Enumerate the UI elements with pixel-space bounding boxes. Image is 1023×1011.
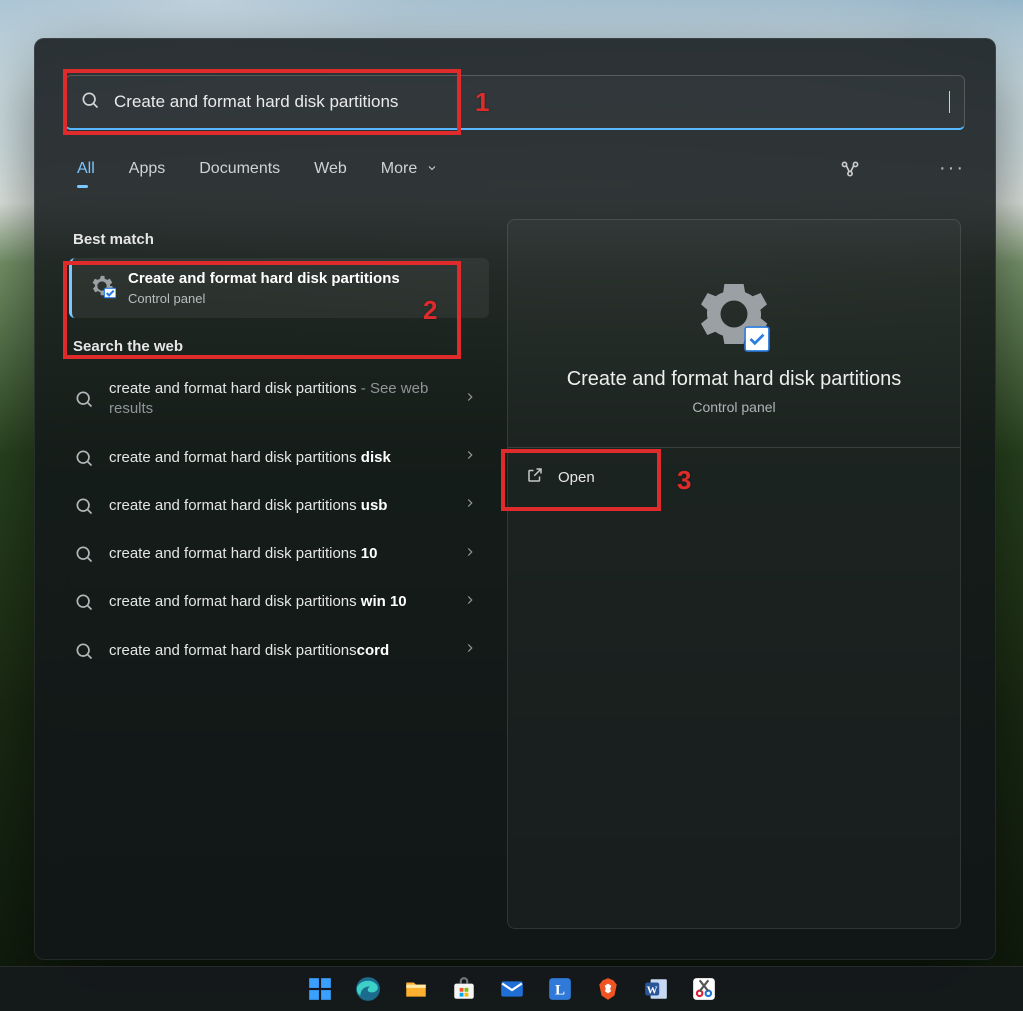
chevron-down-icon bbox=[426, 162, 438, 174]
tab-apps[interactable]: Apps bbox=[129, 160, 165, 178]
chevron-right-icon bbox=[463, 641, 479, 660]
more-options-button[interactable]: ··· bbox=[939, 157, 965, 180]
taskbar-edge-icon[interactable] bbox=[355, 976, 381, 1002]
chevron-right-icon bbox=[463, 448, 479, 467]
chevron-right-icon bbox=[463, 593, 479, 612]
preview-gear-icon bbox=[698, 278, 770, 350]
web-result-3[interactable]: create and format hard disk partitions u… bbox=[69, 482, 489, 530]
taskbar-file-explorer-icon[interactable] bbox=[403, 976, 429, 1002]
taskbar-start-icon[interactable] bbox=[307, 976, 333, 1002]
web-result-1[interactable]: create and format hard disk partitions -… bbox=[69, 365, 489, 434]
tab-documents[interactable]: Documents bbox=[199, 160, 280, 178]
web-result-text: create and format hard disk partitionsco… bbox=[109, 641, 449, 661]
tab-more-label: More bbox=[381, 160, 417, 177]
connected-devices-icon[interactable] bbox=[839, 158, 861, 180]
svg-text:L: L bbox=[554, 981, 564, 998]
best-match-result[interactable]: Create and format hard disk partitions C… bbox=[69, 258, 489, 318]
search-icon bbox=[73, 448, 95, 468]
taskbar-microsoft-store-icon[interactable] bbox=[451, 976, 477, 1002]
search-icon bbox=[73, 592, 95, 612]
taskbar-brave-icon[interactable] bbox=[595, 976, 621, 1002]
web-result-6[interactable]: create and format hard disk partitionsco… bbox=[69, 627, 489, 675]
taskbar-snipping-tool-icon[interactable] bbox=[691, 976, 717, 1002]
preview-title: Create and format hard disk partitions bbox=[528, 368, 940, 391]
search-icon bbox=[73, 389, 95, 409]
web-result-text: create and format hard disk partitions d… bbox=[109, 448, 449, 468]
windows-search-flyout: All Apps Documents Web More ··· Best mat… bbox=[34, 38, 996, 960]
svg-text:W: W bbox=[646, 984, 657, 996]
chevron-right-icon bbox=[463, 390, 479, 409]
search-tabs-row: All Apps Documents Web More ··· bbox=[77, 157, 965, 180]
text-caret bbox=[949, 91, 950, 113]
search-icon bbox=[73, 496, 95, 516]
open-label: Open bbox=[558, 469, 595, 486]
preview-subtitle: Control panel bbox=[508, 399, 960, 415]
web-result-5[interactable]: create and format hard disk partitions w… bbox=[69, 578, 489, 626]
chevron-right-icon bbox=[463, 496, 479, 515]
search-icon bbox=[73, 544, 95, 564]
best-match-subtitle: Control panel bbox=[128, 291, 400, 306]
tab-all[interactable]: All bbox=[77, 160, 95, 178]
taskbar-l-app-icon[interactable]: L bbox=[547, 976, 573, 1002]
section-search-web: Search the web bbox=[73, 338, 485, 355]
search-input[interactable] bbox=[112, 91, 949, 113]
preview-pane: Create and format hard disk partitions C… bbox=[507, 219, 961, 929]
taskbar: L W bbox=[0, 966, 1023, 1011]
web-result-2[interactable]: create and format hard disk partitions d… bbox=[69, 434, 489, 482]
web-result-text: create and format hard disk partitions 1… bbox=[109, 544, 449, 564]
search-icon bbox=[73, 641, 95, 661]
taskbar-mail-icon[interactable] bbox=[499, 976, 525, 1002]
chevron-right-icon bbox=[463, 545, 479, 564]
web-result-4[interactable]: create and format hard disk partitions 1… bbox=[69, 530, 489, 578]
tab-more[interactable]: More bbox=[381, 160, 438, 178]
taskbar-word-icon[interactable]: W bbox=[643, 976, 669, 1002]
search-icon bbox=[80, 90, 112, 115]
section-best-match: Best match bbox=[73, 231, 485, 248]
open-action[interactable]: Open bbox=[508, 448, 960, 506]
tab-web[interactable]: Web bbox=[314, 160, 347, 178]
open-external-icon bbox=[526, 466, 544, 488]
best-match-title: Create and format hard disk partitions bbox=[128, 270, 400, 287]
gear-icon bbox=[88, 272, 116, 305]
web-result-text: create and format hard disk partitions -… bbox=[109, 379, 449, 420]
web-result-text: create and format hard disk partitions w… bbox=[109, 592, 449, 612]
web-result-text: create and format hard disk partitions u… bbox=[109, 496, 449, 516]
results-column: Best match Create and format hard disk p… bbox=[69, 225, 489, 675]
search-box[interactable] bbox=[65, 75, 965, 130]
